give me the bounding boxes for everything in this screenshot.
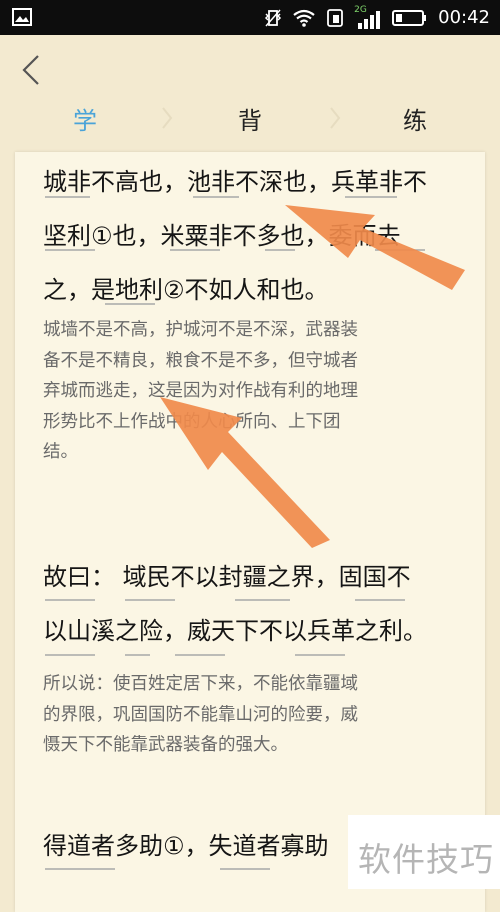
- passage-translation: 城墙不是不高，护城河不是不深，武器装 备不是不精良，粮食不是不多，但守城者 弃城…: [43, 315, 463, 468]
- sim-icon: [327, 8, 344, 27]
- translation-line: 结。: [43, 442, 78, 462]
- clock: 00:42: [438, 7, 490, 28]
- translation-line: 的界限，巩固国防不能靠山河的险要，威: [43, 704, 358, 725]
- signal-indicator: 2G: [354, 5, 382, 31]
- original-line: 故曰： 域民不以封疆之界，固国不: [43, 563, 411, 591]
- mode-tabs: 学 背 练: [0, 101, 500, 141]
- chevron-right-icon: [330, 107, 341, 129]
- chevron-left-icon: [22, 55, 39, 85]
- passage-original[interactable]: 城非不高也，池非不深也，兵革非不 坚利①也，米粟非不多也，委而去 之，是地利②不…: [43, 155, 463, 317]
- watermark-text: 软件技巧: [358, 840, 494, 879]
- watermark: 软件技巧: [348, 815, 500, 889]
- passage-translation: 所以说：使百姓定居下来，不能依靠疆域 的界限，巩固国防不能靠山河的险要，威 慑天…: [43, 669, 463, 761]
- original-line: 坚利①也，米粟非不多也，委而去: [43, 222, 401, 250]
- translation-line: 弃城而逃走，这是因为对作战有利的地理: [43, 381, 358, 401]
- battery-icon: [392, 9, 427, 26]
- signal-icon: [358, 10, 381, 29]
- status-bar: 2G 00:42: [0, 0, 500, 35]
- translation-line: 形势比不上作战中的人心所向、上下团: [43, 411, 341, 432]
- status-icons: 2G 00:42: [264, 0, 490, 35]
- tab-learn[interactable]: 学: [55, 101, 115, 136]
- original-line: 以山溪之险，威天下不以兵革之利。: [43, 617, 427, 645]
- wifi-icon: [293, 9, 315, 27]
- lesson-header: 学 背 练: [0, 35, 500, 152]
- gallery-icon: [12, 8, 32, 26]
- tab-recite[interactable]: 背: [220, 101, 280, 136]
- translation-line: 备不是不精良，粮食不是不多，但守城者: [43, 350, 358, 371]
- tab-practice[interactable]: 练: [385, 101, 445, 136]
- translation-line: 所以说：使百姓定居下来，不能依靠疆域: [43, 674, 358, 694]
- back-button[interactable]: [18, 53, 48, 87]
- original-line: 之，是地利②不如人和也。: [43, 276, 329, 304]
- passage-card: 城非不高也，池非不深也，兵革非不 坚利①也，米粟非不多也，委而去 之，是地利②不…: [15, 152, 485, 912]
- translation-line: 慑天下不能靠武器装备的强大。: [43, 735, 288, 755]
- chevron-right-icon: [162, 107, 173, 129]
- vibrate-icon: [265, 9, 282, 26]
- translation-line: 城墙不是不高，护城河不是不深，武器装: [43, 320, 358, 340]
- original-line: 城非不高也，池非不深也，兵革非不: [43, 168, 427, 196]
- passage-original[interactable]: 故曰： 域民不以封疆之界，固国不 以山溪之险，威天下不以兵革之利。: [43, 550, 463, 658]
